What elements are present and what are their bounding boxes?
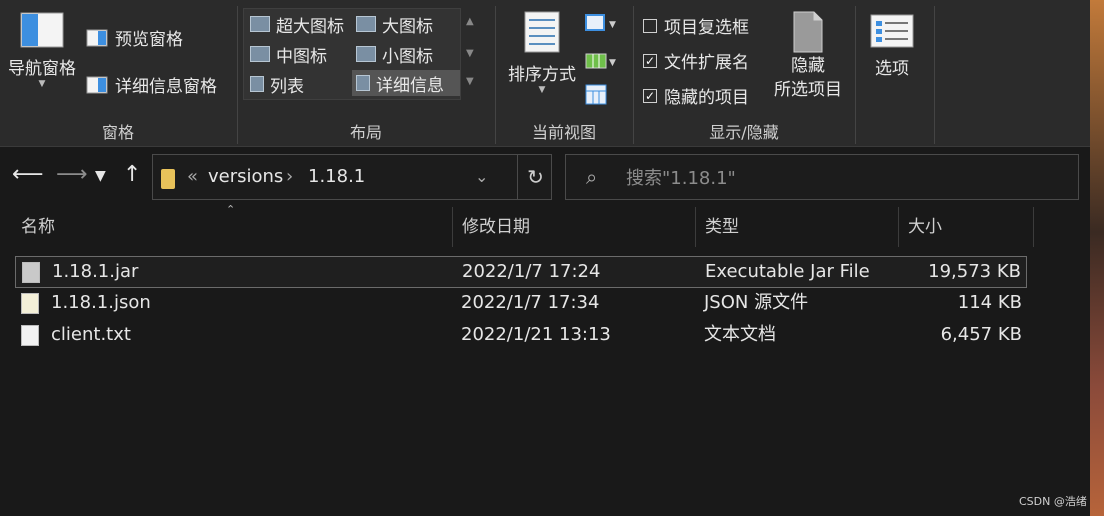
hide-selected-label-1: 隐藏 — [791, 56, 825, 76]
item-checkboxes-checkbox[interactable] — [643, 18, 657, 33]
options-icon — [870, 14, 914, 48]
refresh-icon[interactable]: ↻ — [517, 155, 553, 199]
sort-by-icon — [524, 11, 560, 53]
recent-locations-chevron-icon[interactable]: ▼ — [95, 168, 106, 184]
breadcrumb-overflow[interactable]: « — [187, 166, 198, 187]
back-arrow-icon[interactable]: ⟵ — [12, 162, 44, 187]
hidden-items-toggle[interactable]: ✓ 隐藏的项目 — [643, 83, 749, 108]
hide-selected-icon — [793, 11, 823, 53]
file-name: 1.18.1.json — [51, 292, 151, 313]
address-dropdown-icon[interactable]: ⌄ — [475, 167, 488, 186]
chevron-down-icon: ▼ — [538, 85, 546, 95]
file-name: client.txt — [51, 324, 131, 345]
column-divider[interactable] — [1033, 207, 1034, 247]
ribbon: 导航窗格 ▼ 预览窗格 详细信息窗格 窗格 超大图标 大图标 中图标 小图标 列… — [0, 0, 1090, 147]
column-type[interactable]: 类型 — [696, 207, 898, 247]
size-all-columns-button[interactable] — [585, 84, 609, 110]
file-extensions-toggle[interactable]: ✓ 文件扩展名 — [643, 48, 749, 73]
group-by-button[interactable]: ▼ — [585, 14, 619, 36]
folder-icon — [161, 169, 175, 189]
search-icon: ⌕ — [586, 165, 598, 189]
desktop-background-strip — [1090, 0, 1104, 516]
search-input[interactable] — [626, 165, 1046, 191]
file-size: 19,573 KB — [928, 261, 1021, 282]
file-size: 114 KB — [957, 292, 1022, 313]
size-columns-icon — [585, 84, 607, 105]
file-type: JSON 源文件 — [704, 292, 809, 313]
hidden-items-checkbox[interactable]: ✓ — [643, 88, 657, 103]
preview-pane-button[interactable]: 预览窗格 — [86, 25, 183, 50]
chevron-down-icon: ▼ — [38, 79, 46, 89]
file-modified: 2022/1/7 17:24 — [462, 261, 601, 282]
current-view-group: 排序方式 ▼ ▼ ▼ 当前视图 — [496, 0, 632, 147]
file-row[interactable]: 1.18.1.jar 2022/1/7 17:24 Executable Jar… — [15, 256, 1027, 288]
jar-file-icon — [22, 262, 40, 283]
svg-text:▼: ▼ — [609, 58, 616, 68]
pane-group: 导航窗格 ▼ 预览窗格 详细信息窗格 窗格 — [0, 0, 236, 147]
nav-pane-button[interactable]: 导航窗格 ▼ — [4, 12, 80, 89]
up-arrow-icon[interactable]: ↑ — [123, 162, 141, 187]
breadcrumb-current[interactable]: 1.18.1 — [308, 166, 365, 187]
show-hide-group-label: 显示/隐藏 — [709, 123, 779, 142]
column-date-modified[interactable]: 修改日期 — [453, 207, 695, 247]
preview-pane-icon — [86, 29, 108, 46]
file-modified: 2022/1/7 17:34 — [461, 292, 600, 313]
layout-group-label: 布局 — [349, 123, 382, 142]
file-type: 文本文档 — [704, 324, 776, 345]
nav-pane-label: 导航窗格 — [8, 59, 76, 79]
address-bar[interactable]: « versions › 1.18.1 ⌄ ↻ — [152, 154, 552, 200]
watermark: CSDN @浩绪 — [1019, 495, 1087, 508]
layout-group: 布局 — [238, 0, 494, 147]
item-checkboxes-toggle[interactable]: 项目复选框 — [643, 13, 749, 38]
details-pane-icon — [86, 76, 108, 93]
search-box[interactable]: ⌕ — [565, 154, 1079, 200]
file-extensions-label: 文件扩展名 — [664, 53, 749, 73]
file-row[interactable]: 1.18.1.json 2022/1/7 17:34 JSON 源文件 114 … — [15, 288, 1027, 320]
navigation-bar: ⟵ ⟶ ▼ ↑ « versions › 1.18.1 ⌄ ↻ ⌕ — [0, 148, 1090, 206]
hidden-items-label: 隐藏的项目 — [664, 88, 749, 108]
file-modified: 2022/1/21 13:13 — [461, 324, 611, 345]
file-type: Executable Jar File — [705, 261, 870, 282]
sort-by-button[interactable]: 排序方式 ▼ — [502, 10, 582, 95]
pane-group-label: 窗格 — [101, 123, 134, 142]
ribbon-divider — [855, 6, 856, 144]
hide-selected-items-button[interactable]: 隐藏 所选项目 — [770, 10, 846, 102]
nav-pane-icon — [20, 12, 64, 48]
file-size: 6,457 KB — [940, 324, 1022, 345]
add-columns-icon: ▼ — [585, 53, 616, 69]
options-label: 选项 — [875, 59, 909, 79]
forward-arrow-icon[interactable]: ⟶ — [56, 162, 88, 187]
add-columns-button[interactable]: ▼ — [585, 50, 619, 74]
column-size[interactable]: 大小 — [899, 207, 1033, 247]
ribbon-divider — [934, 6, 935, 144]
current-view-group-label: 当前视图 — [531, 123, 596, 142]
sort-by-label: 排序方式 — [508, 65, 576, 85]
preview-pane-label: 预览窗格 — [115, 30, 183, 50]
item-checkboxes-label: 项目复选框 — [664, 18, 749, 38]
text-file-icon — [21, 325, 39, 346]
json-file-icon — [21, 293, 39, 314]
column-name[interactable]: 名称 — [12, 207, 452, 247]
file-name: 1.18.1.jar — [52, 261, 139, 282]
file-row[interactable]: client.txt 2022/1/21 13:13 文本文档 6,457 KB — [15, 320, 1027, 352]
svg-text:▼: ▼ — [609, 20, 616, 30]
options-button[interactable]: 选项 — [862, 14, 922, 79]
details-pane-button[interactable]: 详细信息窗格 — [86, 72, 217, 97]
hide-selected-label-2: 所选项目 — [774, 80, 842, 100]
breadcrumb-separator-icon[interactable]: › — [286, 166, 293, 187]
file-extensions-checkbox[interactable]: ✓ — [643, 53, 657, 68]
group-by-icon: ▼ — [585, 14, 616, 31]
breadcrumb-versions[interactable]: versions — [208, 166, 283, 187]
show-hide-group: 项目复选框 ✓ 文件扩展名 ✓ 隐藏的项目 隐藏 所选项目 显示/隐藏 — [634, 0, 854, 147]
details-pane-label: 详细信息窗格 — [115, 77, 217, 97]
